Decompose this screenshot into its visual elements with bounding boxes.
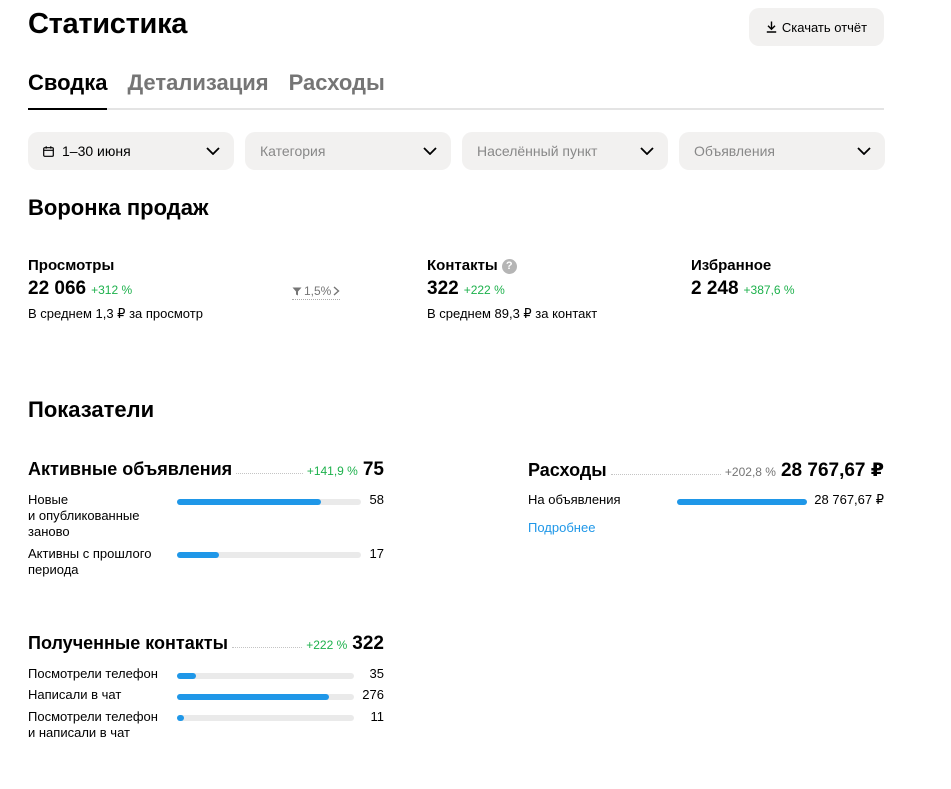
views-value: 22 066 — [28, 278, 87, 299]
tabs: Сводка Детализация Расходы — [28, 68, 884, 110]
progress-fill — [177, 673, 197, 679]
views-average: В среднем 1,3 ₽ за просмотр — [28, 306, 203, 321]
filters-bar: 1–30 июня Категория Населённый пункт Объ… — [28, 132, 885, 170]
tab-summary[interactable]: Сводка — [28, 68, 108, 110]
views-label: Просмотры — [28, 257, 115, 274]
active-ads-row-value: 17 — [369, 546, 384, 561]
conversion-rate: 1,5% — [304, 284, 332, 298]
progress-fill — [177, 552, 220, 558]
views-metric: Просмотры 22 066 +312 % В среднем 1,3 ₽ … — [28, 257, 203, 322]
expenses-row-value: 28 767,67 ₽ — [814, 492, 884, 507]
contacts-label: Контакты — [427, 257, 498, 274]
more-details-link[interactable]: Подробнее — [528, 520, 595, 535]
page-title: Статистика — [28, 8, 188, 40]
received-contacts-row-value: 35 — [369, 666, 384, 681]
active-ads-row-label: Новые и опубликованные заново — [28, 492, 140, 539]
calendar-icon — [43, 145, 54, 157]
leader-dots — [610, 474, 721, 475]
period-select[interactable]: 1–30 июня — [28, 132, 234, 170]
favorites-label: Избранное — [691, 257, 772, 274]
progress-fill — [677, 499, 807, 505]
chevron-right-icon — [333, 286, 340, 296]
progress-bar — [177, 499, 361, 505]
help-icon[interactable]: ? — [501, 259, 517, 274]
expenses-row-label: На объявления — [528, 492, 621, 507]
progress-bar — [177, 715, 354, 721]
expenses-header: Расходы +202,8 % 28 767,67 ₽ — [528, 459, 884, 482]
received-contacts-row-label: Написали в чат — [28, 687, 122, 702]
period-value: 1–30 июня — [62, 143, 131, 159]
contacts-delta: +222 % — [463, 283, 505, 297]
progress-bar — [677, 499, 807, 505]
active-ads-header: Активные объявления +141,9 % 75 — [28, 459, 384, 481]
received-contacts-total: 322 — [352, 633, 384, 654]
contacts-value: 322 — [427, 278, 459, 299]
contacts-metric: Контакты? 322 +222 % В среднем 89,3 ₽ за… — [427, 257, 597, 322]
progress-bar — [177, 673, 354, 679]
favorites-value: 2 248 — [691, 278, 739, 299]
expenses-title: Расходы — [528, 460, 607, 480]
expenses-total: 28 767,67 ₽ — [780, 460, 884, 481]
city-placeholder: Населённый пункт — [477, 143, 598, 159]
tab-expenses[interactable]: Расходы — [289, 68, 385, 110]
conversion-rate-link[interactable]: 1,5% — [292, 284, 341, 300]
active-ads-total: 75 — [362, 459, 384, 480]
received-contacts-row-label: Посмотрели телефон и написали в чат — [28, 709, 158, 740]
progress-fill — [177, 694, 330, 700]
received-contacts-header: Полученные контакты +222 % 322 — [28, 633, 384, 655]
views-delta: +312 % — [91, 283, 133, 297]
chevron-down-icon — [423, 147, 437, 155]
leader-dots — [231, 647, 303, 648]
ads-placeholder: Объявления — [694, 143, 775, 159]
received-contacts-row-value: 11 — [370, 709, 385, 724]
download-icon — [766, 21, 777, 33]
received-contacts-row-value: 276 — [362, 687, 384, 702]
ads-select[interactable]: Объявления — [679, 132, 885, 170]
leader-dots — [236, 473, 303, 474]
received-contacts-title: Полученные контакты — [28, 633, 228, 653]
active-ads-row-value: 58 — [369, 492, 384, 507]
download-report-button[interactable]: Скачать отчёт — [749, 8, 884, 46]
progress-bar — [177, 694, 354, 700]
progress-fill — [177, 715, 185, 721]
chevron-down-icon — [857, 147, 871, 155]
indicators-title: Показатели — [28, 397, 155, 422]
tab-details[interactable]: Детализация — [127, 68, 268, 110]
category-placeholder: Категория — [260, 143, 326, 159]
active-ads-row-label: Активны с прошлого периода — [28, 546, 152, 577]
funnel-icon — [292, 287, 302, 295]
progress-bar — [177, 552, 361, 558]
funnel-title: Воронка продаж — [28, 195, 209, 220]
chevron-down-icon — [640, 147, 654, 155]
active-ads-delta: +141,9 % — [306, 464, 358, 478]
download-report-label: Скачать отчёт — [781, 19, 868, 35]
expenses-delta: +202,8 % — [724, 465, 776, 479]
contacts-average: В среднем 89,3 ₽ за контакт — [427, 306, 598, 321]
received-contacts-delta: +222 % — [306, 638, 348, 652]
progress-fill — [177, 499, 321, 505]
favorites-metric: Избранное 2 248 +387,6 % — [691, 257, 795, 300]
contacts-metric-label-row: Контакты? — [427, 257, 597, 274]
favorites-delta: +387,6 % — [743, 283, 795, 297]
category-select[interactable]: Категория — [245, 132, 451, 170]
chevron-down-icon — [206, 147, 220, 155]
active-ads-title: Активные объявления — [28, 459, 233, 479]
received-contacts-row-label: Посмотрели телефон — [28, 666, 158, 681]
city-select[interactable]: Населённый пункт — [462, 132, 668, 170]
